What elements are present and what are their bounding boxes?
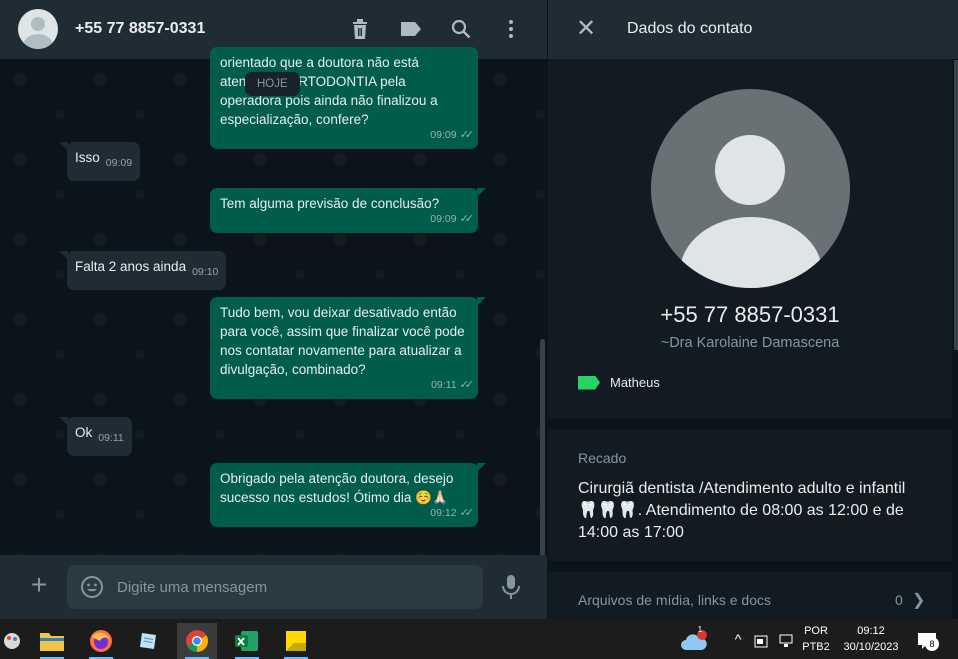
media-count: 0 <box>895 592 903 608</box>
panel-title: Dados do contato <box>627 20 753 37</box>
chat-title[interactable]: +55 77 8857-0331 <box>75 20 205 38</box>
about-card: Recado Cirurgiã dentista /Atendimento ad… <box>548 429 952 561</box>
message-list[interactable]: orientado que a doutora não está atenden… <box>0 47 547 609</box>
emoji-icon[interactable] <box>80 575 104 599</box>
contact-info-panel: ✕ Dados do contato +55 77 8857-0331 ~Dra… <box>548 0 958 619</box>
contact-profile-card: +55 77 8857-0331 ~Dra Karolaine Damascen… <box>548 59 952 418</box>
weather-badge: 1 <box>697 625 703 634</box>
chevron-up-icon[interactable]: ^ <box>730 631 746 647</box>
about-label: Recado <box>578 450 627 466</box>
label-icon[interactable] <box>400 18 422 40</box>
clock-time: 09:12 <box>857 625 885 637</box>
date-badge: HOJE <box>245 72 300 96</box>
label-tag-icon <box>578 375 600 390</box>
about-text: Cirurgiã dentista /Atendimento adulto e … <box>578 480 906 541</box>
search-icon[interactable] <box>450 18 472 40</box>
media-links-docs-row[interactable]: Arquivos de mídia, links e docs 0 ❯ <box>548 572 952 619</box>
message-bubble-incoming[interactable]: Isso 09:09 <box>58 142 141 181</box>
app-root: +55 77 8857-0331 orientado que a doutora… <box>0 0 958 659</box>
message-text: Tudo bem, vou deixar desativado então pa… <box>220 305 465 377</box>
message-text: Isso <box>75 150 100 165</box>
panel-scrollbar[interactable] <box>954 60 958 350</box>
chevron-right-icon: ❯ <box>912 592 926 609</box>
attach-plus-icon[interactable]: + <box>28 571 50 599</box>
chrome-icon[interactable] <box>177 623 217 659</box>
message-bubble-incoming[interactable]: Falta 2 anos ainda 09:10 <box>58 251 227 290</box>
contact-label[interactable]: Matheus <box>578 375 660 390</box>
message-time: 09:10 <box>192 266 219 278</box>
excel-icon[interactable] <box>227 623 267 659</box>
contact-panel-header: ✕ Dados do contato <box>548 0 958 59</box>
double-check-icon: ✓✓ <box>459 213 475 225</box>
notepad-icon[interactable] <box>129 623 169 659</box>
language-indicator[interactable]: POR PTB2 <box>800 623 832 655</box>
paint-icon[interactable] <box>0 623 32 659</box>
message-time: 09:09 <box>105 157 133 169</box>
contact-phone: +55 77 8857-0331 <box>660 302 840 327</box>
message-text: Tem alguma previsão de conclusão? <box>220 196 440 211</box>
label-name: Matheus <box>610 375 660 390</box>
message-time: 09:09 <box>430 129 457 141</box>
message-meta: 09:12 ✓✓ <box>430 504 475 523</box>
message-bubble-outgoing[interactable]: Obrigado pela atenção doutora, desejo su… <box>210 463 486 527</box>
chat-pane: +55 77 8857-0331 orientado que a doutora… <box>0 0 547 619</box>
message-meta: 09:09 ✓✓ <box>430 126 475 145</box>
message-time: 09:11 <box>98 432 124 444</box>
message-text: Falta 2 anos ainda <box>75 259 187 274</box>
message-text: Obrigado pela atenção doutora, desejo su… <box>220 471 454 505</box>
message-time: 09:12 <box>430 507 457 519</box>
contact-avatar-large[interactable] <box>651 89 850 288</box>
windows-taskbar: 1 ^ POR PTB2 09:12 30/10/2023 8 <box>0 619 958 659</box>
file-explorer-icon[interactable] <box>32 623 72 659</box>
delete-icon[interactable] <box>349 18 371 40</box>
double-check-icon: ✓✓ <box>459 379 475 391</box>
close-icon[interactable]: ✕ <box>576 17 596 41</box>
composer-bar: + <box>0 555 547 619</box>
sticky-notes-icon[interactable] <box>276 623 316 659</box>
message-time: 09:11 <box>431 379 457 391</box>
message-bubble-outgoing[interactable]: Tudo bem, vou deixar desativado então pa… <box>210 297 486 399</box>
contact-avatar[interactable] <box>18 9 58 49</box>
media-label: Arquivos de mídia, links e docs <box>578 592 771 608</box>
message-bubble-outgoing[interactable]: orientado que a doutora não está atenden… <box>210 47 478 149</box>
firefox-icon[interactable] <box>81 623 121 659</box>
language-code: POR <box>804 625 828 637</box>
menu-dots-icon[interactable] <box>500 18 522 40</box>
weather-icon[interactable] <box>676 623 712 659</box>
clock-date: 30/10/2023 <box>843 641 899 653</box>
message-bubble-incoming[interactable]: Ok 09:11 <box>59 417 132 456</box>
clock[interactable]: 09:12 30/10/2023 <box>838 623 904 655</box>
message-text: Ok <box>75 425 93 440</box>
message-input[interactable] <box>67 565 483 609</box>
microphone-icon[interactable] <box>500 574 522 600</box>
message-time: 09:09 <box>430 213 457 225</box>
notification-count: 8 <box>925 637 939 651</box>
contact-alias: ~Dra Karolaine Damascena <box>660 335 840 351</box>
message-meta: 09:09 ✓✓ <box>430 210 475 229</box>
keyboard-layout: PTB2 <box>802 641 830 653</box>
double-check-icon: ✓✓ <box>459 507 475 519</box>
network-icon[interactable] <box>776 623 796 659</box>
message-meta: 09:11 ✓✓ <box>431 376 475 395</box>
message-bubble-outgoing[interactable]: Tem alguma previsão de conclusão? 09:09 ✓… <box>210 188 486 233</box>
double-check-icon: ✓✓ <box>459 129 475 141</box>
battery-icon[interactable] <box>752 623 772 659</box>
